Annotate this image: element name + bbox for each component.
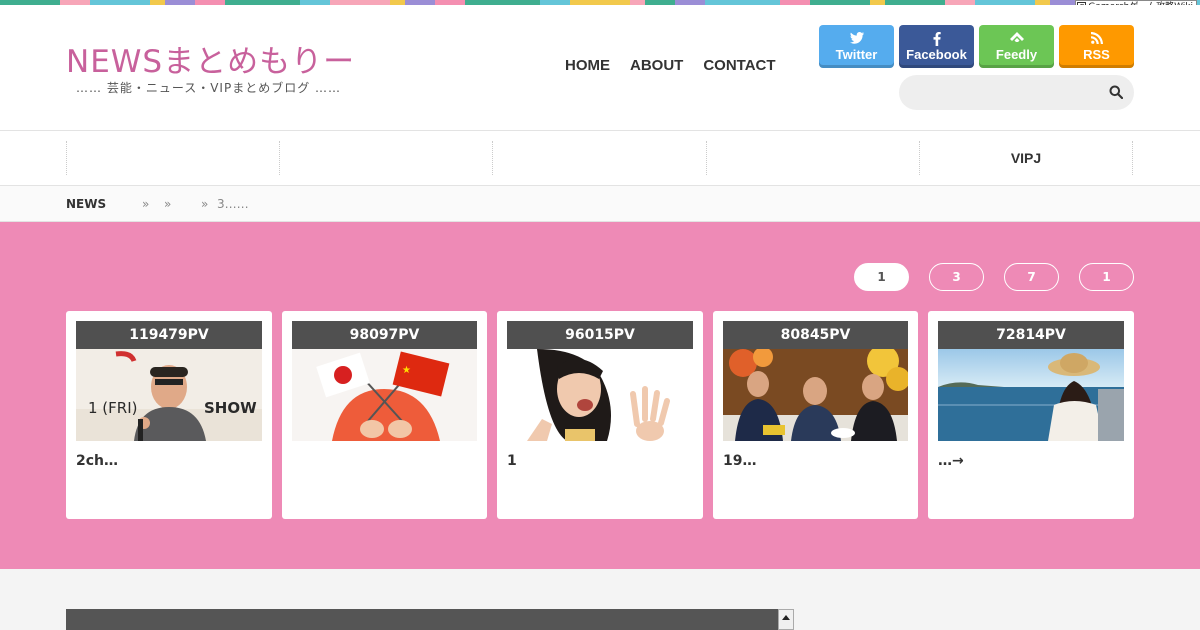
ranking-tabs: 1 3 7 1 (854, 263, 1134, 291)
nav-about[interactable]: ABOUT (630, 57, 683, 74)
article-thumbnail[interactable]: ★ (292, 349, 477, 441)
search-icon[interactable] (1109, 85, 1123, 99)
twitter-label: Twitter (835, 46, 878, 62)
pv-count: 72814PV (938, 321, 1124, 349)
breadcrumb: NEWS » » » 3…… (0, 186, 1200, 222)
tab-ranking-1[interactable]: 1 (854, 263, 909, 291)
ranking-card[interactable]: 98097PV ★ (282, 311, 487, 519)
ranking-card[interactable]: 72814PV …→ (928, 311, 1134, 519)
pv-count: 96015PV (507, 321, 693, 349)
tab-ranking-7[interactable]: 7 (1004, 263, 1059, 291)
search-input[interactable] (899, 75, 1134, 110)
category-item-3[interactable] (492, 141, 706, 175)
pv-count: 98097PV (292, 321, 477, 349)
breadcrumb-home[interactable]: NEWS (66, 197, 106, 211)
twitter-button[interactable]: Twitter (819, 25, 894, 68)
rss-label: RSS (1083, 46, 1110, 62)
facebook-label: Facebook (906, 46, 967, 62)
article-title[interactable]: 19… (723, 453, 908, 469)
site-tagline: …… 芸能・ニュース・VIPまとめブログ …… (76, 81, 342, 95)
ranking-cards: 119479PV 1 (FRI) SHOW 2ch… 98097PV ★ 960… (66, 311, 1134, 519)
article-title[interactable]: …→ (938, 453, 1124, 469)
nav-home[interactable]: HOME (565, 57, 610, 74)
content-box (66, 609, 778, 630)
pv-count: 119479PV (76, 321, 262, 349)
article-thumbnail[interactable] (507, 349, 693, 441)
pv-count: 80845PV (723, 321, 908, 349)
ranking-card[interactable]: 96015PV 1 (497, 311, 703, 519)
article-thumbnail[interactable] (723, 349, 908, 441)
category-item-vipj[interactable]: VIPJ (919, 141, 1133, 175)
feedly-icon (1009, 31, 1024, 47)
site-header: NEWSまとめもりー …… 芸能・ニュース・VIPまとめブログ …… HOME … (0, 5, 1200, 130)
breadcrumb-separator: » (164, 197, 172, 211)
nav-contact[interactable]: CONTACT (703, 57, 775, 74)
article-thumbnail[interactable] (938, 349, 1124, 441)
main-nav: HOME ABOUT CONTACT (565, 57, 776, 74)
rss-button[interactable]: RSS (1059, 25, 1134, 68)
feedly-button[interactable]: Feedly (979, 25, 1054, 68)
twitter-icon (849, 31, 864, 47)
category-item-1[interactable] (66, 141, 279, 175)
breadcrumb-current: 3…… (217, 197, 249, 211)
ranking-section: 1 3 7 1 119479PV 1 (FRI) SHOW 2ch… 98097… (0, 222, 1200, 569)
site-logo[interactable]: NEWSまとめもりー (66, 36, 355, 81)
svg-text:SHOW: SHOW (204, 399, 257, 417)
breadcrumb-separator: » (142, 197, 150, 211)
breadcrumb-separator: » (201, 197, 209, 211)
article-title[interactable]: 1 (507, 453, 693, 469)
facebook-icon (933, 31, 941, 47)
svg-text:1 (FRI): 1 (FRI) (88, 399, 138, 417)
tab-ranking-3[interactable]: 3 (929, 263, 984, 291)
svg-text:★: ★ (402, 365, 411, 376)
ranking-card[interactable]: 80845PV 19… (713, 311, 918, 519)
article-title[interactable]: 2ch… (76, 453, 262, 469)
ranking-card[interactable]: 119479PV 1 (FRI) SHOW 2ch… (66, 311, 272, 519)
category-nav: VIPJ (0, 130, 1200, 186)
facebook-button[interactable]: Facebook (899, 25, 974, 68)
feedly-label: Feedly (995, 46, 1038, 62)
category-item-4[interactable] (706, 141, 919, 175)
category-item-2[interactable] (279, 141, 492, 175)
scroll-up-icon[interactable] (782, 615, 790, 620)
tab-ranking-all[interactable]: 1 (1079, 263, 1134, 291)
article-thumbnail[interactable]: 1 (FRI) SHOW (76, 349, 262, 441)
social-buttons: Twitter Facebook Feedly RSS (819, 25, 1134, 68)
rss-icon (1090, 31, 1103, 47)
scrollbar[interactable] (778, 609, 794, 630)
